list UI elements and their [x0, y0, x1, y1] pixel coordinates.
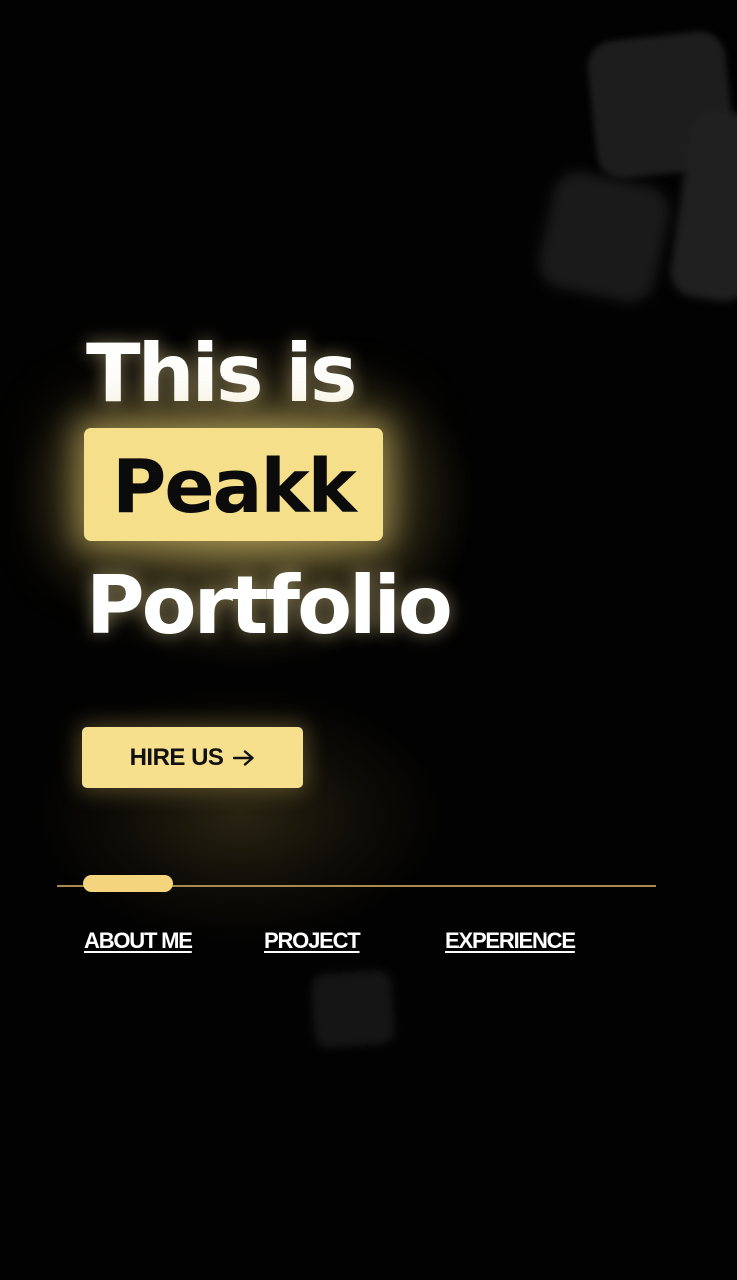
hero-screen: This is Peakk Portfolio HIRE US ABOUT ME…: [0, 0, 737, 1280]
hire-us-button[interactable]: HIRE US: [82, 727, 303, 788]
decorative-blurred-square: [310, 969, 396, 1049]
headline-line-3: Portfolio: [86, 559, 453, 652]
section-progress-indicator[interactable]: [83, 875, 173, 892]
nav-link-experience[interactable]: EXPERIENCE: [445, 928, 576, 954]
arrow-right-icon: [233, 749, 255, 766]
headline-line-1: This is: [86, 327, 357, 420]
hire-us-label: HIRE US: [129, 743, 224, 771]
headline-highlight-box: Peakk: [84, 428, 383, 541]
nav-link-project[interactable]: PROJECT: [264, 928, 361, 954]
decorative-blurred-square: [534, 167, 674, 307]
headline-highlight-text: Peakk: [112, 443, 357, 530]
nav-link-about-me[interactable]: ABOUT ME: [84, 928, 193, 954]
